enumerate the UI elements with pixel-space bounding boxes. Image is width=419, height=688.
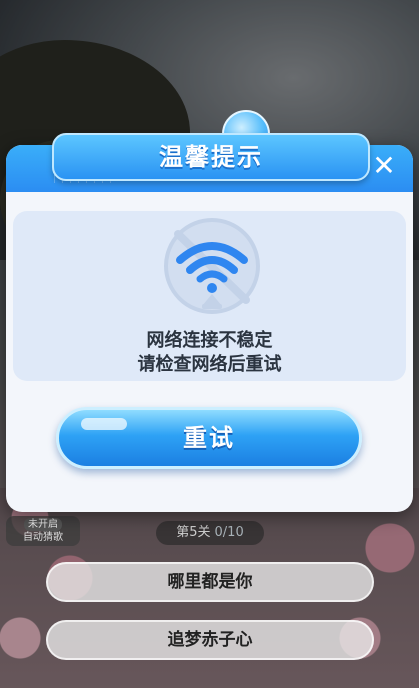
auto-guess-label: 自动猜歌 bbox=[23, 532, 63, 543]
message-line-1: 网络连接不稳定 bbox=[146, 330, 273, 351]
app-screen: 未开启 自动猜歌 第5关 0/10 哪里都是你 追梦赤子心 温馨提示 ✕ 网络连接… bbox=[0, 0, 419, 688]
auto-guess-status: 未开启 bbox=[24, 518, 62, 531]
retry-button[interactable]: 重试 bbox=[56, 407, 362, 469]
answer-option-1[interactable]: 哪里都是你 bbox=[46, 562, 374, 602]
level-progress: 0/10 bbox=[214, 525, 244, 540]
answer-option-2[interactable]: 追梦赤子心 bbox=[46, 620, 374, 660]
retry-button-label: 重试 bbox=[183, 424, 235, 452]
auto-guess-toggle[interactable]: 未开启 自动猜歌 bbox=[6, 516, 80, 546]
dialog-title: 温馨提示 bbox=[159, 143, 263, 171]
level-indicator: 第5关 0/10 bbox=[156, 521, 264, 545]
message-line-2: 请检查网络后重试 bbox=[137, 354, 282, 375]
level-label: 第5关 bbox=[176, 525, 211, 540]
close-button[interactable]: ✕ bbox=[366, 148, 402, 184]
no-wifi-icon bbox=[164, 218, 260, 314]
